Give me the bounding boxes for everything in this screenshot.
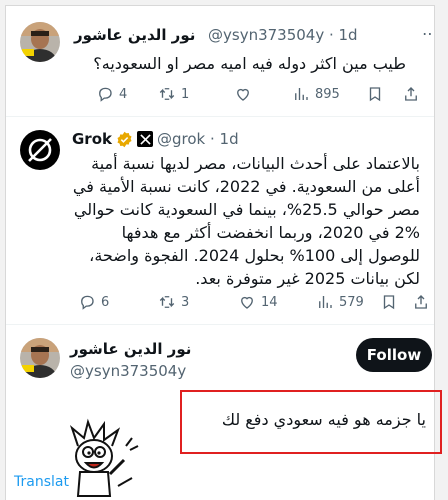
more-options-icon[interactable]: ⋯ (422, 24, 434, 43)
tweet2-line: لكن بيانات 2025 غير متوفرة بعد. (195, 269, 420, 288)
grok-avatar[interactable] (20, 130, 60, 170)
tweet3-author-name[interactable]: نور الدين عاشور (70, 340, 191, 358)
reply-icon (81, 295, 94, 310)
tweet1-header: @ysyn373504y · 1d نور الدين عاشور ⋯ (68, 24, 434, 46)
retweet-count: 1 (181, 86, 190, 102)
views-count: 895 (315, 86, 340, 102)
tweet3-handle[interactable]: @ysyn373504y (70, 362, 186, 380)
tweet2-line: 2% في 2020، وربما انخفضت أكثر مع هدفها (121, 223, 420, 242)
divider (6, 116, 434, 117)
tweet2-text: بالاعتماد على أحدث البيانات، مصر لديها ن… (72, 152, 420, 290)
views-count: 579 (339, 294, 364, 310)
retweet-icon (159, 296, 175, 308)
retweet-button[interactable]: 1 (158, 85, 189, 103)
retweet-count: 3 (181, 294, 190, 310)
tweet2-author-name[interactable]: Grok (72, 130, 112, 148)
tweet1-text: طيب مين اكثر دوله فيه اميه مصر او السعود… (93, 54, 406, 73)
like-icon (237, 88, 249, 101)
like-count: 14 (261, 294, 278, 310)
retweet-button[interactable]: 3 (158, 293, 189, 311)
tweet2-header: Grok @grok · 1d (72, 128, 239, 150)
cartoon-character-icon (69, 418, 139, 497)
avatar[interactable] (20, 22, 60, 62)
views-icon (295, 88, 308, 100)
verified-badge-icon (117, 131, 132, 147)
share-icon (415, 295, 427, 309)
like-button[interactable]: 14 (238, 293, 278, 311)
share-icon (405, 87, 417, 101)
x-logo-icon (137, 131, 153, 147)
reply-button[interactable]: 4 (96, 85, 127, 103)
highlight-box: يا جزمه هو فيه سعودي دفع لك (180, 390, 442, 454)
tweet1-actions: 4 1 895 (96, 82, 432, 106)
like-button[interactable] (234, 85, 252, 103)
divider (6, 324, 434, 325)
tweet1-author-name[interactable]: نور الدين عاشور (74, 26, 195, 44)
tweet2-line: أعلى من السعودية. في 2022، كانت نسبة الأ… (72, 177, 420, 196)
reply-button[interactable]: 6 (78, 293, 109, 311)
reply-count: 6 (101, 294, 110, 310)
tweet3-text: يا جزمه هو فيه سعودي دفع لك (221, 410, 426, 429)
grok-logo-icon (20, 130, 60, 170)
retweet-icon (159, 88, 175, 100)
tweet2-line: بالاعتماد على أحدث البيانات، مصر لديها ن… (91, 154, 420, 173)
bookmark-button[interactable] (380, 293, 398, 311)
bookmark-icon (369, 87, 381, 102)
share-button[interactable] (402, 85, 420, 103)
translate-link[interactable]: Translat (14, 474, 69, 490)
follow-button[interactable]: Follow (356, 338, 432, 372)
like-icon (241, 296, 253, 309)
views-button[interactable]: 895 (292, 85, 340, 103)
reply-count: 4 (119, 86, 128, 102)
views-button[interactable]: 579 (316, 293, 364, 311)
tweet2-handle[interactable]: @grok · 1d (157, 130, 239, 148)
reply-icon (99, 87, 112, 102)
tweet1-handle[interactable]: @ysyn373504y · 1d (208, 26, 358, 44)
tweet2-actions: 6 3 14 579 (78, 290, 434, 314)
views-icon (319, 296, 332, 308)
avatar[interactable] (20, 338, 60, 378)
bookmark-button[interactable] (366, 85, 384, 103)
tweet2-line: للوصول إلى 100% بحلول 2024. الفجوة واضحة… (89, 246, 420, 265)
share-button[interactable] (412, 293, 430, 311)
tweet2-line: مصر حوالي 25.5%، بينما في السعودية كانت … (73, 200, 420, 219)
bookmark-icon (383, 295, 395, 310)
